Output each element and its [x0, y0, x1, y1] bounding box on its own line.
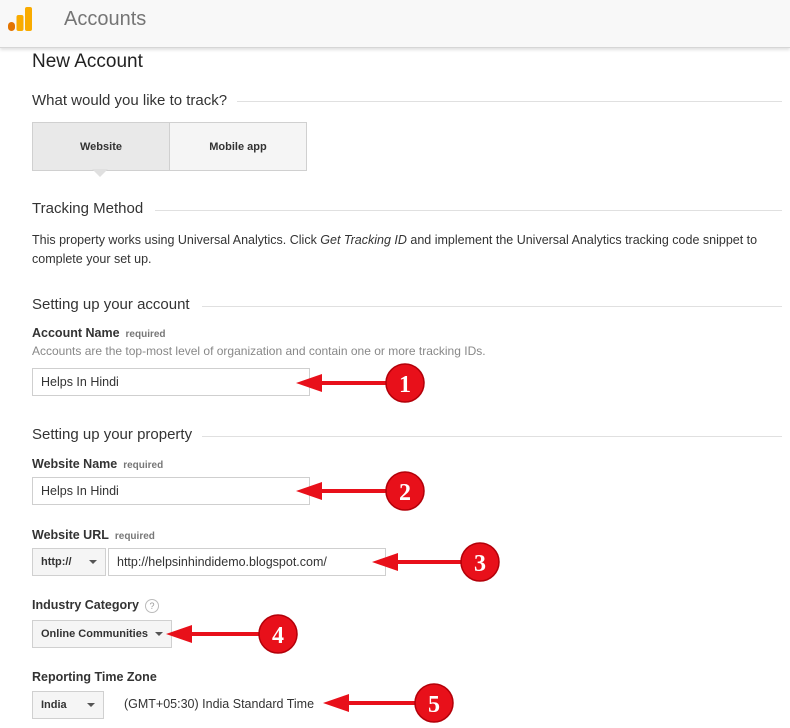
annotation-number-3: 3: [474, 551, 486, 577]
annotation-2: 2: [296, 471, 425, 511]
annotation-number-5: 5: [428, 692, 440, 718]
annotation-layer: 1 2 3 4 5: [166, 363, 500, 723]
annotation-number-2: 2: [399, 480, 411, 506]
annotation-3: 3: [372, 542, 500, 582]
annotation-1: 1: [296, 363, 425, 403]
annotation-4: 4: [166, 614, 298, 654]
annotation-number-4: 4: [272, 623, 284, 649]
annotation-5: 5: [323, 683, 454, 723]
annotation-number-1: 1: [399, 372, 411, 398]
